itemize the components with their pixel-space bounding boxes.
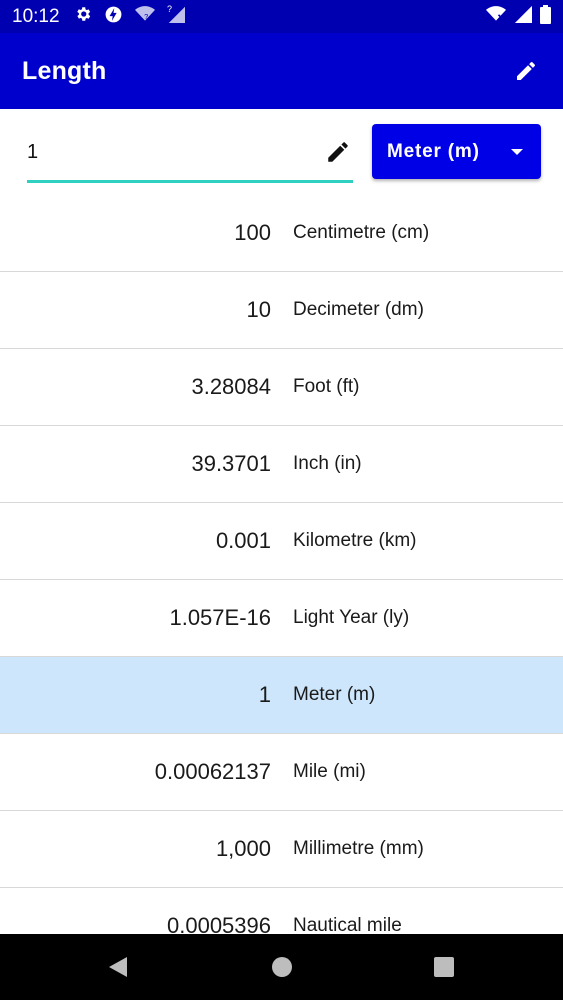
recents-icon bbox=[434, 957, 454, 977]
back-icon bbox=[109, 957, 127, 977]
value-input[interactable]: 1 bbox=[27, 137, 353, 183]
dropdown-arrow-icon bbox=[511, 148, 523, 155]
unit-selector[interactable]: Meter (m) bbox=[372, 124, 541, 179]
list-item[interactable]: 10 Decimeter (dm) bbox=[0, 272, 563, 349]
converted-value: 39.3701 bbox=[191, 451, 271, 476]
edit-button[interactable] bbox=[511, 56, 541, 86]
wifi-x-icon bbox=[486, 5, 506, 28]
unit-label: Millimetre (mm) bbox=[293, 838, 424, 859]
list-item[interactable]: 1.057E-16 Light Year (ly) bbox=[0, 580, 563, 657]
list-item-selected[interactable]: 1 Meter (m) bbox=[0, 657, 563, 734]
value-input-text[interactable]: 1 bbox=[27, 141, 38, 164]
app-bar: Length bbox=[0, 33, 563, 109]
unit-label: Decimeter (dm) bbox=[293, 299, 424, 320]
unit-label: Light Year (ly) bbox=[293, 607, 410, 628]
wifi-question-icon: ? bbox=[134, 5, 155, 28]
field-edit-button[interactable] bbox=[325, 139, 351, 165]
input-row: 1 Meter (m) bbox=[0, 109, 563, 195]
unit-label: Nautical mile bbox=[293, 915, 402, 934]
unit-selector-label: Meter (m) bbox=[387, 140, 480, 162]
svg-text:?: ? bbox=[144, 12, 148, 21]
navigation-bar bbox=[0, 934, 563, 1000]
home-button[interactable] bbox=[270, 955, 294, 979]
unit-label: Meter (m) bbox=[293, 684, 376, 705]
home-icon bbox=[272, 957, 292, 977]
converted-value: 1,000 bbox=[215, 836, 271, 861]
converted-value: 0.0005396 bbox=[167, 913, 271, 934]
list-item[interactable]: 0.0005396 Nautical mile bbox=[0, 888, 563, 934]
list-item[interactable]: 0.001 Kilometre (km) bbox=[0, 503, 563, 580]
converted-value: 0.001 bbox=[215, 528, 271, 553]
back-button[interactable] bbox=[106, 955, 130, 979]
unit-label: Mile (mi) bbox=[293, 761, 366, 782]
battery-icon bbox=[540, 4, 551, 29]
list-item[interactable]: 3.28084 Foot (ft) bbox=[0, 349, 563, 426]
unit-label: Kilometre (km) bbox=[293, 530, 417, 551]
unit-label: Foot (ft) bbox=[293, 376, 360, 397]
pencil-icon bbox=[328, 142, 348, 162]
converted-value: 1.057E-16 bbox=[169, 605, 271, 630]
status-icons-right bbox=[486, 4, 551, 29]
pencil-icon bbox=[517, 61, 536, 80]
converted-value: 10 bbox=[246, 297, 271, 322]
list-item[interactable]: 0.00062137 Mile (mi) bbox=[0, 734, 563, 811]
gear-icon bbox=[74, 5, 92, 28]
converted-value: 1 bbox=[258, 682, 271, 707]
status-bar: 10:12 ? ? bbox=[0, 0, 563, 33]
converted-value: 100 bbox=[234, 220, 271, 245]
list-item[interactable]: 39.3701 Inch (in) bbox=[0, 426, 563, 503]
bolt-icon bbox=[104, 5, 123, 29]
unit-label: Inch (in) bbox=[293, 453, 362, 474]
svg-text:?: ? bbox=[167, 5, 172, 14]
signal-question-icon: ? bbox=[167, 4, 185, 28]
unit-label: Centimetre (cm) bbox=[293, 222, 430, 243]
list-item[interactable]: 1,000 Millimetre (mm) bbox=[0, 811, 563, 888]
converted-value: 3.28084 bbox=[191, 374, 271, 399]
signal-icon bbox=[514, 5, 532, 28]
list-item[interactable]: 100 Centimetre (cm) bbox=[0, 195, 563, 272]
converted-value: 0.00062137 bbox=[154, 759, 271, 784]
status-time: 10:12 bbox=[12, 5, 60, 27]
page-title: Length bbox=[22, 56, 107, 85]
recents-button[interactable] bbox=[432, 955, 456, 979]
status-icons-left: ? ? bbox=[74, 4, 185, 29]
conversion-list[interactable]: 100 Centimetre (cm) 10 Decimeter (dm) 3.… bbox=[0, 195, 563, 934]
